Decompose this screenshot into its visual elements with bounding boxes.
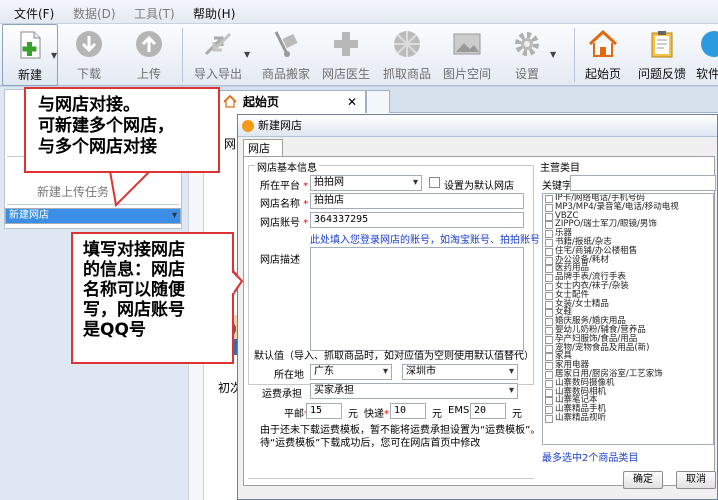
callout-pointer-2 [230, 271, 244, 295]
